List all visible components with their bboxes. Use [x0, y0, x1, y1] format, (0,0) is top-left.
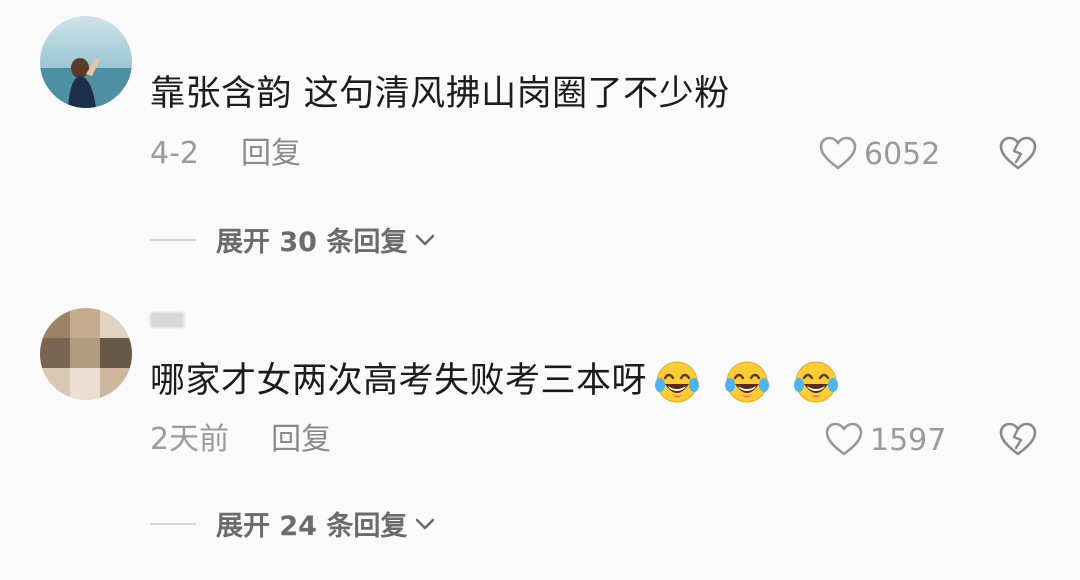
comment-text: 哪家才女两次高考失败考三本呀: [150, 358, 850, 406]
comment-text: 靠张含韵 这句清风拂山岗圈了不少粉: [150, 74, 730, 114]
comment-date: 4-2: [150, 136, 199, 171]
divider: [150, 522, 196, 525]
comment-text-body: 哪家才女两次高考失败考三本呀: [150, 361, 648, 401]
heart-outline-icon: [825, 422, 863, 456]
comment-meta: 2天前 回复: [150, 422, 331, 458]
avatar[interactable]: [40, 308, 132, 400]
expand-replies-label: 展开 24 条回复: [216, 511, 408, 542]
laugh-crying-emoji: [724, 361, 769, 403]
comment-meta: 4-2 回复: [150, 136, 301, 172]
expand-replies-label: 展开 30 条回复: [216, 227, 408, 258]
laugh-crying-emoji: [655, 361, 700, 403]
avatar[interactable]: [40, 16, 132, 108]
comment-item: 哪家才女两次高考失败考三本呀 2天前 回复 1597 展开 24 条回复: [0, 290, 1080, 580]
expand-replies-button[interactable]: 展开 30 条回复: [150, 220, 437, 259]
emoji-group: [653, 358, 850, 406]
heart-outline-icon: [819, 136, 857, 170]
username[interactable]: [150, 312, 184, 328]
like-count: 1597: [870, 422, 947, 458]
chevron-down-icon: [416, 234, 435, 245]
broken-heart-icon[interactable]: [998, 420, 1038, 460]
laugh-crying-emoji: [794, 361, 839, 403]
expand-replies-button[interactable]: 展开 24 条回复: [150, 504, 437, 543]
like-button[interactable]: 1597: [824, 420, 946, 460]
reply-button[interactable]: 回复: [271, 422, 331, 457]
like-button[interactable]: 6052: [818, 134, 940, 174]
comment-date: 2天前: [150, 422, 230, 457]
reply-button[interactable]: 回复: [241, 136, 301, 171]
broken-heart-icon[interactable]: [998, 134, 1038, 174]
chevron-down-icon: [416, 518, 435, 529]
divider: [150, 238, 196, 241]
like-count: 6052: [864, 136, 941, 172]
comment-item: 靠张含韵 这句清风拂山岗圈了不少粉 4-2 回复 6052 展开 30 条回复: [0, 0, 1080, 290]
